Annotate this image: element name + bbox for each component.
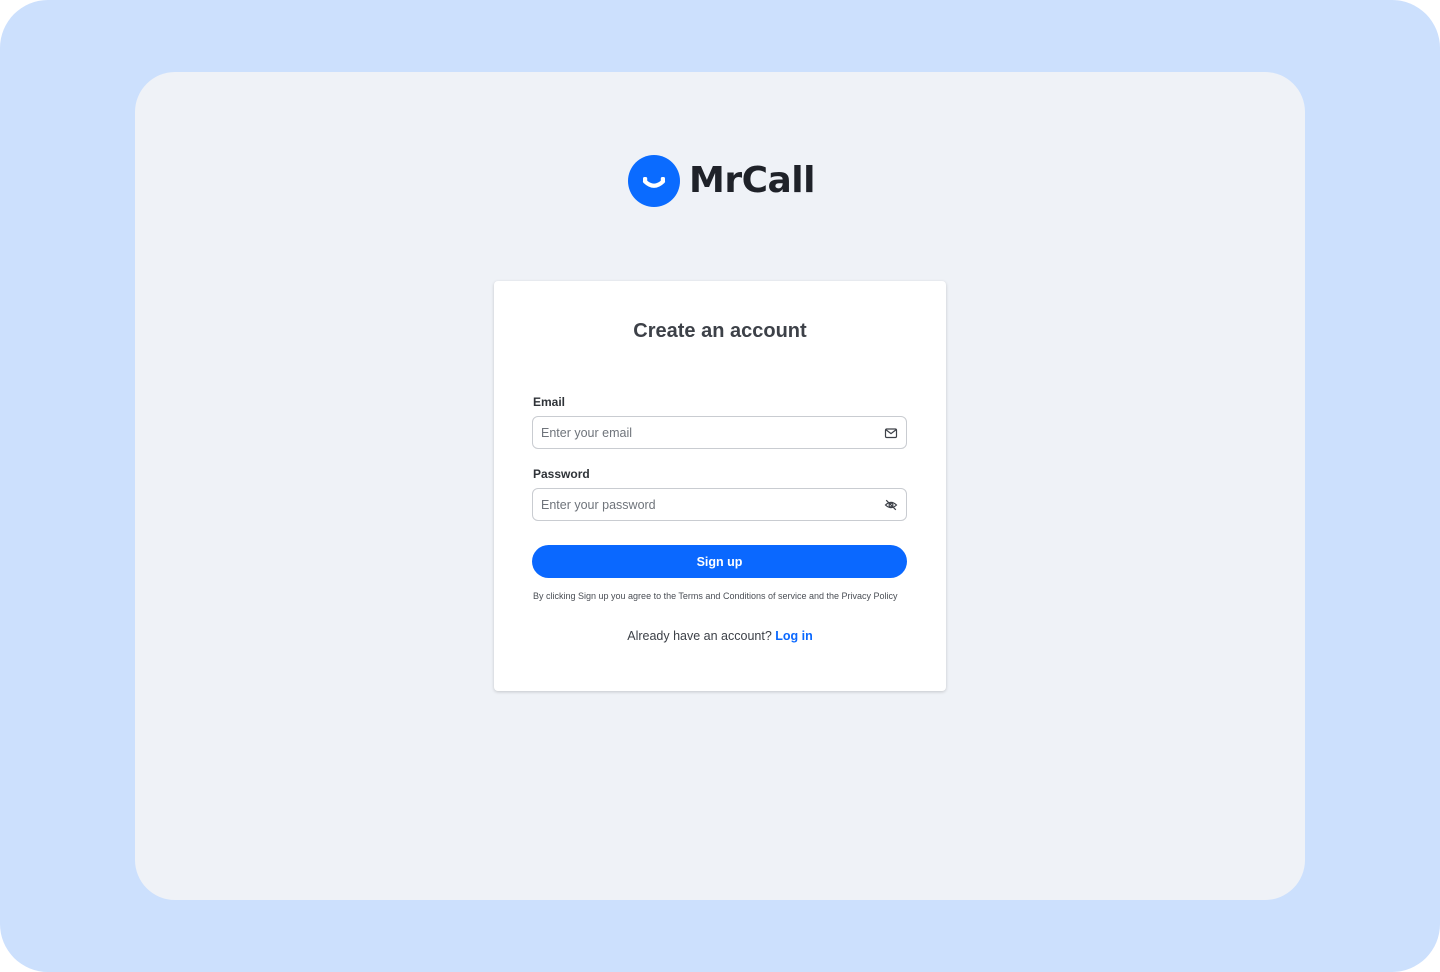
mail-icon xyxy=(884,426,898,440)
page-title: Create an account xyxy=(633,320,807,342)
email-label: Email xyxy=(533,395,566,409)
sign-up-button[interactable]: Sign up xyxy=(532,545,907,578)
eye-off-icon[interactable] xyxy=(884,498,898,512)
login-prompt-row: Already have an account? Log in xyxy=(494,629,946,643)
login-link[interactable]: Log in xyxy=(775,629,813,643)
mrcall-logo-icon xyxy=(628,155,680,207)
login-prompt: Already have an account? xyxy=(627,629,772,643)
email-field[interactable] xyxy=(541,417,871,448)
password-field-container xyxy=(532,488,907,521)
app-frame: MrCall Create an account Email Password xyxy=(0,0,1440,972)
password-field[interactable] xyxy=(541,489,871,520)
password-label: Password xyxy=(533,467,590,481)
brand-name: MrCall xyxy=(689,160,815,201)
terms-notice: By clicking Sign up you agree to the Ter… xyxy=(533,591,898,601)
email-field-container xyxy=(532,416,907,449)
brand: MrCall xyxy=(628,155,815,207)
signup-card: Create an account Email Password xyxy=(494,281,946,691)
